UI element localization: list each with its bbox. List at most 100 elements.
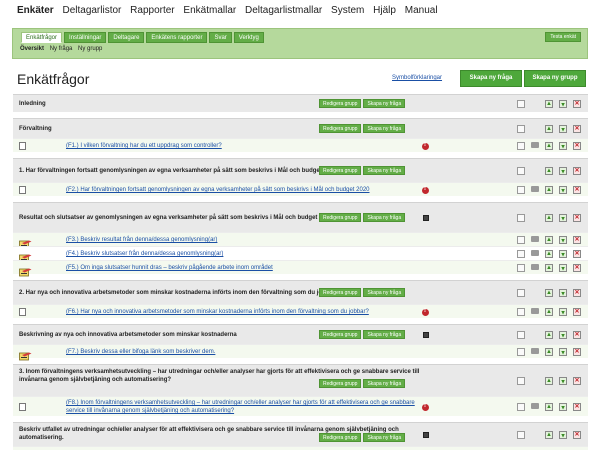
move-up-icon[interactable]: ▲: [545, 264, 553, 272]
document-icon[interactable]: [19, 141, 26, 150]
group-new-question-button[interactable]: Skapa ny fråga: [363, 166, 406, 175]
menu-enkatmallar[interactable]: Enkätmallar: [183, 5, 236, 16]
edit-group-button[interactable]: Redigera grupp: [319, 124, 362, 133]
copy-icon[interactable]: [517, 289, 525, 297]
group-new-question-button[interactable]: Skapa ny fråga: [363, 124, 406, 133]
required-alert-icon[interactable]: [422, 142, 429, 150]
move-up-icon[interactable]: ▲: [545, 403, 553, 411]
delete-icon[interactable]: ✕: [573, 348, 581, 356]
new-question-button[interactable]: Skapa ny fråga: [460, 70, 522, 87]
move-down-icon[interactable]: ▲: [559, 167, 567, 175]
copy-icon[interactable]: [517, 308, 525, 316]
required-alert-icon[interactable]: [422, 186, 429, 194]
menu-manual[interactable]: Manual: [405, 5, 438, 16]
menu-system[interactable]: System: [331, 5, 364, 16]
group-condition-icon[interactable]: [423, 332, 429, 338]
move-up-icon[interactable]: ▲: [545, 431, 553, 439]
new-group-button[interactable]: Skapa ny grupp: [524, 70, 586, 87]
delete-icon[interactable]: ✕: [573, 264, 581, 272]
move-down-icon[interactable]: ▲: [559, 214, 567, 222]
move-up-icon[interactable]: ▲: [545, 142, 553, 150]
copy-icon[interactable]: [517, 348, 525, 356]
move-down-icon[interactable]: ▲: [559, 331, 567, 339]
delete-icon[interactable]: ✕: [573, 100, 581, 108]
delete-icon[interactable]: ✕: [573, 142, 581, 150]
move-down-icon[interactable]: ▲: [559, 308, 567, 316]
symbol-legend-link[interactable]: Symbolförklaringar: [392, 75, 442, 81]
group-condition-icon[interactable]: [423, 432, 429, 438]
copy-icon[interactable]: [517, 142, 525, 150]
edit-group-button[interactable]: Redigera grupp: [319, 379, 362, 388]
move-up-icon[interactable]: ▲: [545, 125, 553, 133]
delete-icon[interactable]: ✕: [573, 125, 581, 133]
move-up-icon[interactable]: ▲: [545, 214, 553, 222]
copy-icon[interactable]: [517, 264, 525, 272]
move-up-icon[interactable]: ▲: [545, 250, 553, 258]
move-down-icon[interactable]: ▲: [559, 348, 567, 356]
delete-icon[interactable]: ✕: [573, 308, 581, 316]
copy-icon[interactable]: [517, 236, 525, 244]
move-down-icon[interactable]: ▲: [559, 236, 567, 244]
group-new-question-button[interactable]: Skapa ny fråga: [363, 99, 406, 108]
folder-icon[interactable]: [531, 186, 539, 192]
test-survey-button[interactable]: Testa enkät: [545, 32, 581, 42]
move-down-icon[interactable]: ▲: [559, 264, 567, 272]
move-down-icon[interactable]: ▲: [559, 125, 567, 133]
question-link[interactable]: (F7.) Beskriv dessa eller bifoga länk so…: [66, 348, 421, 356]
edit-group-button[interactable]: Redigera grupp: [319, 330, 362, 339]
edit-group-button[interactable]: Redigera grupp: [319, 99, 362, 108]
tab-installningar[interactable]: Inställningar: [64, 32, 107, 43]
move-up-icon[interactable]: ▲: [545, 308, 553, 316]
folder-icon[interactable]: [531, 264, 539, 270]
delete-icon[interactable]: ✕: [573, 377, 581, 385]
document-icon[interactable]: [19, 185, 26, 194]
folder-icon[interactable]: [531, 403, 539, 409]
required-alert-icon[interactable]: [422, 308, 429, 316]
group-new-question-button[interactable]: Skapa ny fråga: [363, 288, 406, 297]
question-link[interactable]: (F5.) Om inga slutsatser hunnit dras – b…: [66, 264, 421, 272]
delete-icon[interactable]: ✕: [573, 331, 581, 339]
move-up-icon[interactable]: ▲: [545, 167, 553, 175]
group-new-question-button[interactable]: Skapa ny fråga: [363, 433, 406, 442]
tab-deltagare[interactable]: Deltagare: [108, 32, 145, 43]
folder-icon[interactable]: [531, 348, 539, 354]
copy-icon[interactable]: [517, 214, 525, 222]
document-icon[interactable]: [19, 402, 26, 411]
move-down-icon[interactable]: ▲: [559, 142, 567, 150]
copy-icon[interactable]: [517, 250, 525, 258]
question-link[interactable]: (F3.) Beskriv resultat från denna/dessa …: [66, 236, 421, 244]
copy-icon[interactable]: [517, 377, 525, 385]
question-link[interactable]: (F6.) Har nya och innovativa arbetsmetod…: [66, 308, 421, 316]
move-up-icon[interactable]: ▲: [545, 289, 553, 297]
folder-icon[interactable]: [531, 308, 539, 314]
copy-icon[interactable]: [517, 403, 525, 411]
folder-icon[interactable]: [531, 250, 539, 256]
move-down-icon[interactable]: ▲: [559, 289, 567, 297]
subtab-ny-fraga[interactable]: Ny fråga: [50, 46, 73, 52]
move-down-icon[interactable]: ▲: [559, 431, 567, 439]
move-up-icon[interactable]: ▲: [545, 377, 553, 385]
question-link[interactable]: (F8.) Inom förvaltningens verksamhetsutv…: [66, 399, 421, 415]
copy-icon[interactable]: [517, 125, 525, 133]
move-up-icon[interactable]: ▲: [545, 331, 553, 339]
tab-enkatfragor[interactable]: Enkätfrågor: [21, 32, 63, 43]
menu-deltagarlistor[interactable]: Deltagarlistor: [62, 5, 121, 16]
delete-icon[interactable]: ✕: [573, 431, 581, 439]
delete-icon[interactable]: ✕: [573, 236, 581, 244]
question-link[interactable]: (F4.) Beskriv slutsatser från denna/dess…: [66, 250, 421, 258]
edit-question-icon[interactable]: [19, 264, 32, 276]
menu-enkater[interactable]: Enkäter: [17, 5, 54, 16]
move-down-icon[interactable]: ▲: [559, 250, 567, 258]
move-down-icon[interactable]: ▲: [559, 377, 567, 385]
menu-deltagarlistmallar[interactable]: Deltagarlistmallar: [245, 5, 322, 16]
edit-question-icon[interactable]: [19, 348, 32, 360]
tab-svar[interactable]: Svar: [209, 32, 232, 43]
question-link[interactable]: (F2.) Har förvaltningen fortsatt genomly…: [66, 186, 421, 194]
move-down-icon[interactable]: ▲: [559, 186, 567, 194]
move-up-icon[interactable]: ▲: [545, 348, 553, 356]
folder-icon[interactable]: [531, 142, 539, 148]
delete-icon[interactable]: ✕: [573, 403, 581, 411]
tab-enkatens-rapporter[interactable]: Enkätens rapporter: [146, 32, 208, 43]
group-new-question-button[interactable]: Skapa ny fråga: [363, 330, 406, 339]
edit-group-button[interactable]: Redigera grupp: [319, 433, 362, 442]
